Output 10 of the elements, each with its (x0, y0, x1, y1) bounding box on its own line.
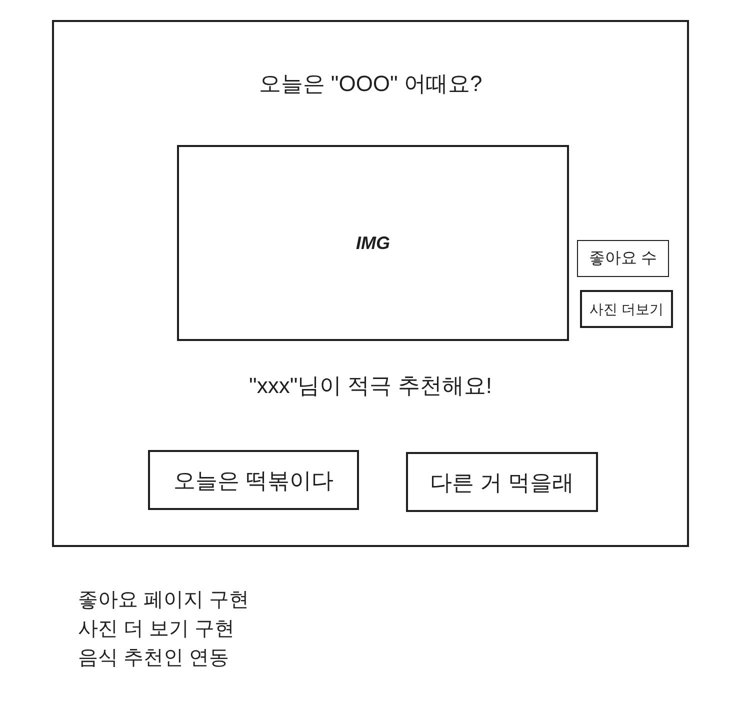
image-label: IMG (356, 232, 390, 254)
decline-button[interactable]: 다른 거 먹을래 (406, 452, 598, 512)
note-line: 음식 추천인 연동 (78, 646, 230, 671)
note-line: 좋아요 페이지 구현 (78, 588, 250, 613)
heading: 오늘은 "OOO" 어때요? (258, 70, 484, 98)
more-photos-button[interactable]: 사진 더보기 (580, 290, 673, 328)
recommendation-text: "xxx"님이 적극 추천해요! (248, 372, 493, 400)
likes-count-button[interactable]: 좋아요 수 (577, 240, 669, 277)
note-line: 사진 더 보기 구현 (78, 617, 236, 642)
accept-button[interactable]: 오늘은 떡볶이다 (148, 450, 359, 510)
